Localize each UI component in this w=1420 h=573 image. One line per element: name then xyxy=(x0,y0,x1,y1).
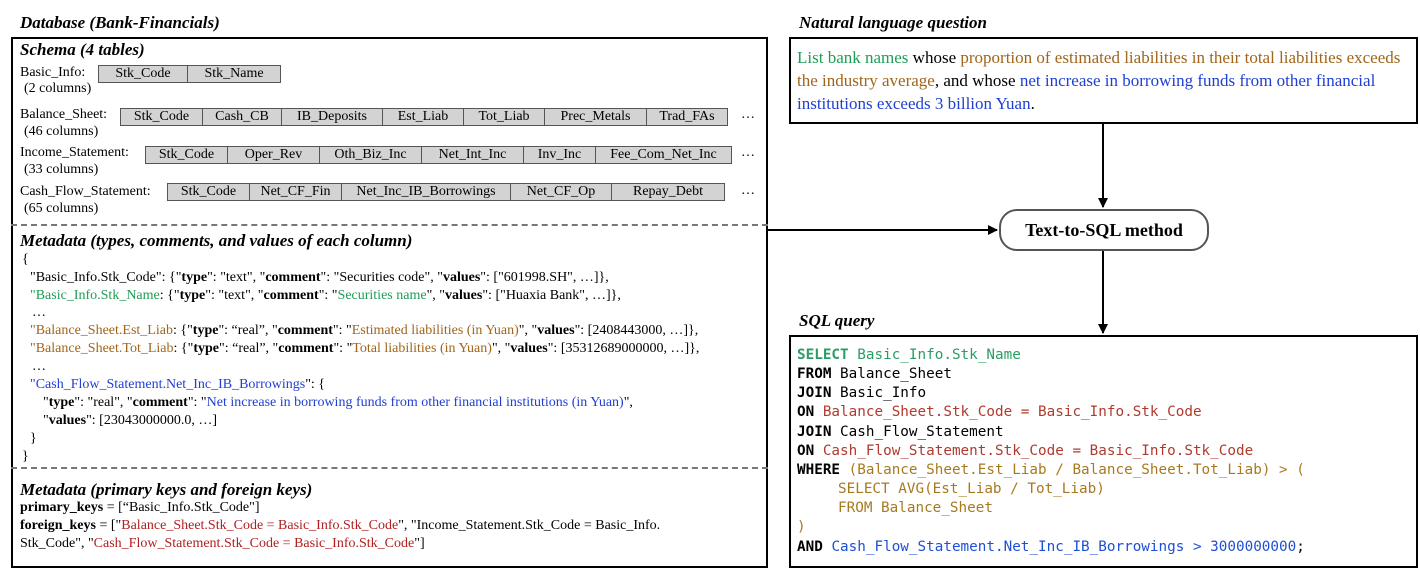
connector-arrows xyxy=(768,124,1108,334)
